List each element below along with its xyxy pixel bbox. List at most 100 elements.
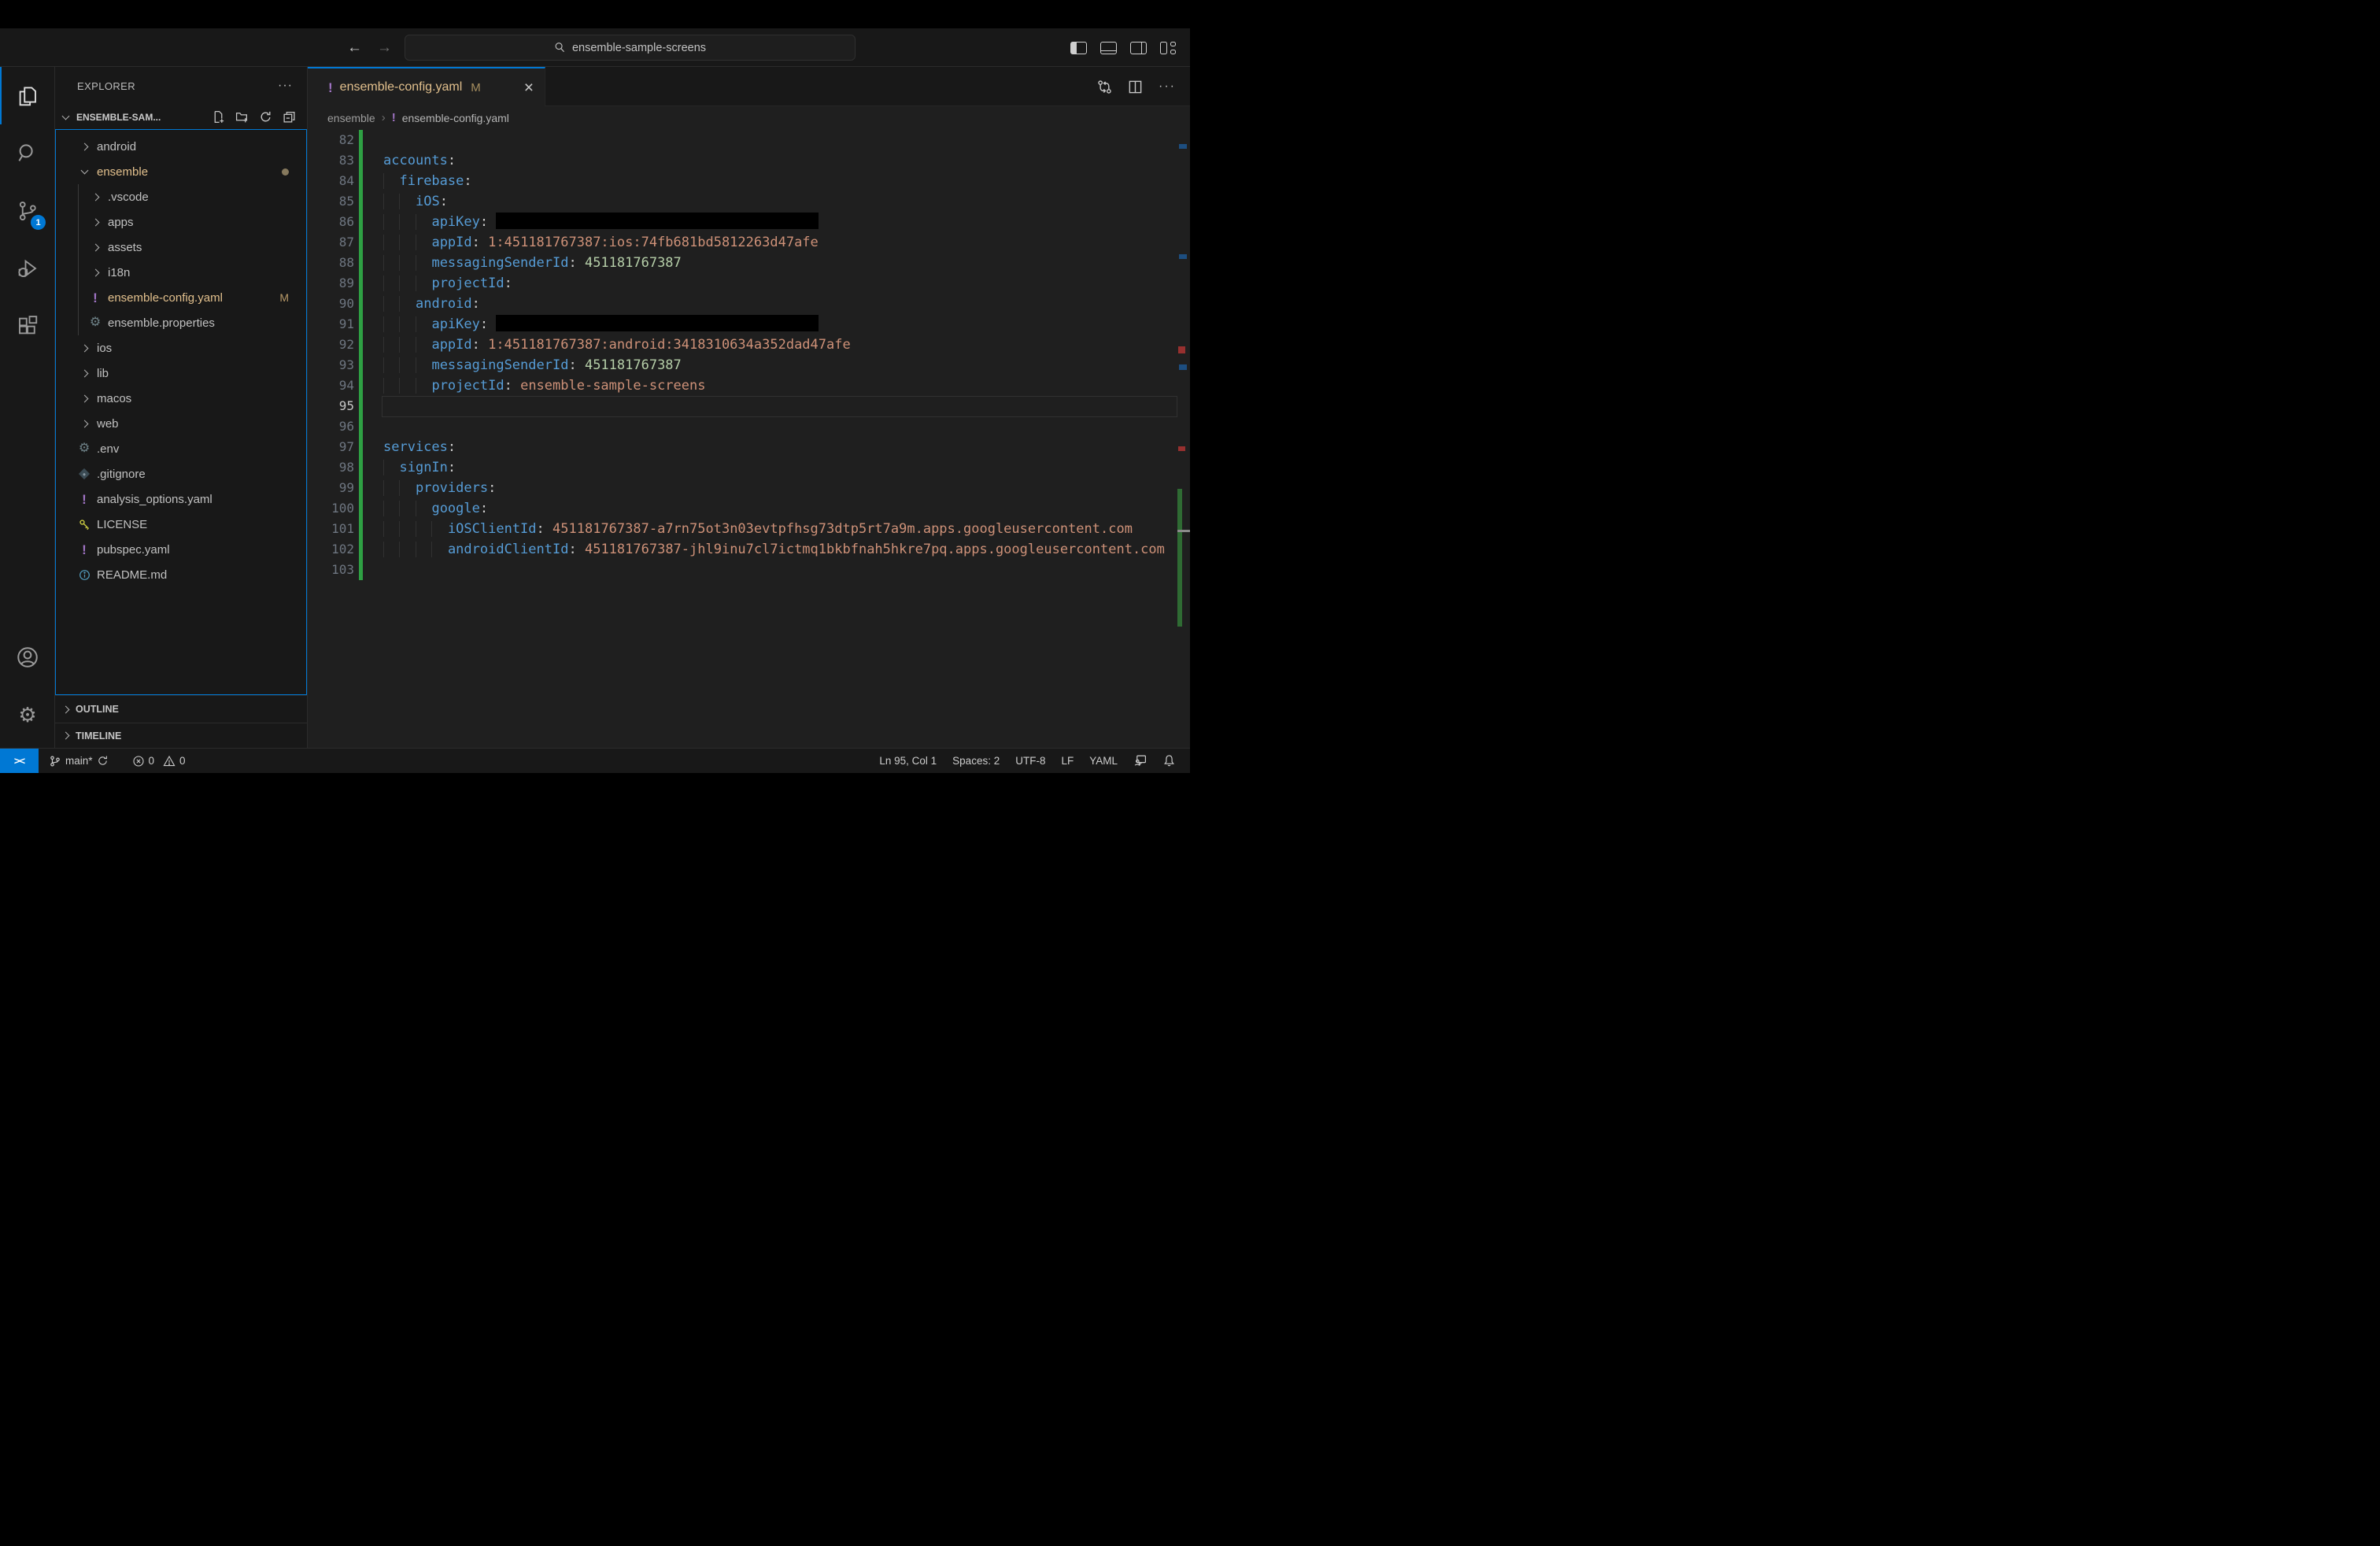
tree-item-label: LICENSE [97,518,147,531]
code-line-94[interactable]: 94 projectId: ensemble-sample-screens [308,375,1190,396]
navigate-forward-button[interactable]: → [377,28,392,67]
refresh-icon[interactable] [259,110,272,124]
code-line-90[interactable]: 90 android: [308,294,1190,314]
toggle-primary-sidebar-icon[interactable] [1070,42,1087,54]
code-line-101[interactable]: 101 iOSClientId: 451181767387-a7rn75ot3n… [308,519,1190,539]
tree-item-lib[interactable]: lib [56,361,306,386]
key-icon [79,519,91,531]
code-line-96[interactable]: 96 [308,416,1190,437]
tree-item-vscode[interactable]: .vscode [56,184,306,209]
tree-item-macos[interactable]: macos [56,386,306,411]
collapse-folders-icon[interactable] [283,110,296,124]
tree-item-ensemble-config-yaml[interactable]: !ensemble-config.yamlM [56,285,306,310]
breadcrumb: ensemble › ! ensemble-config.yaml [308,106,1190,129]
code-line-89[interactable]: 89 projectId: [308,273,1190,294]
tree-item-analysis-options-yaml[interactable]: !analysis_options.yaml [56,486,306,512]
code-text: firebase: [383,171,472,191]
tree-item-ensemble-properties[interactable]: ⚙ensemble.properties [56,310,306,335]
command-center-search[interactable]: ensemble-sample-screens [405,35,856,61]
remote-indicator[interactable]: >< [0,749,39,774]
tree-item-gitignore[interactable]: .gitignore [56,461,306,486]
tree-item-label: assets [108,241,142,254]
tree-item-web[interactable]: web [56,411,306,436]
more-actions-icon[interactable]: ··· [1159,80,1176,94]
customize-layout-icon[interactable] [1160,42,1177,54]
tree-item-android[interactable]: android [56,134,306,159]
toggle-panel-icon[interactable] [1100,42,1117,54]
line-number: 83 [308,150,354,171]
eol-status[interactable]: LF [1056,755,1078,767]
redacted-secret [496,315,819,331]
explorer-more-actions-icon[interactable]: ··· [278,79,293,93]
code-line-85[interactable]: 85 iOS: [308,191,1190,212]
split-editor-icon[interactable] [1128,80,1143,94]
sidebar-item-run-debug[interactable] [0,239,55,297]
line-number: 87 [308,232,354,253]
explorer-section-header[interactable]: ENSEMBLE-SAM... [55,105,307,129]
chevron-right-icon [91,218,99,226]
problems-status-item[interactable]: 0 0 [127,749,191,773]
tab-ensemble-config-yaml[interactable]: ! ensemble-config.yaml M × [308,67,545,106]
code-line-88[interactable]: 88 messagingSenderId: 451181767387 [308,253,1190,273]
tree-item-label: apps [108,216,134,229]
sync-icon [97,755,109,767]
yaml-icon: ! [82,543,87,557]
tree-item-ensemble[interactable]: ensemble [56,159,306,184]
new-folder-icon[interactable] [235,110,249,124]
indentation-status[interactable]: Spaces: 2 [948,755,1004,767]
tree-item-readme-md[interactable]: README.md [56,562,306,587]
tree-item-pubspec-yaml[interactable]: !pubspec.yaml [56,537,306,562]
breadcrumb-folder[interactable]: ensemble [327,112,375,124]
code-line-102[interactable]: 102 androidClientId: 451181767387-jhl9in… [308,539,1190,560]
encoding-status[interactable]: UTF-8 [1011,755,1050,767]
code-line-95[interactable]: 95 [308,396,1190,416]
line-number: 102 [308,539,354,560]
code-line-87[interactable]: 87 appId: 1:451181767387:ios:74fb681bd58… [308,232,1190,253]
code-line-98[interactable]: 98 signIn: [308,457,1190,478]
line-number: 92 [308,335,354,355]
code-line-84[interactable]: 84 firebase: [308,171,1190,191]
cursor-position-status[interactable]: Ln 95, Col 1 [874,755,941,767]
breadcrumb-file[interactable]: ensemble-config.yaml [402,112,509,124]
code-line-103[interactable]: 103 [308,560,1190,580]
chevron-right-icon [91,243,99,251]
sidebar-item-source-control[interactable]: 1 [0,182,55,239]
tree-item-i18n[interactable]: i18n [56,260,306,285]
tree-item-label: ios [97,342,112,355]
overview-ruler[interactable] [1177,129,1190,748]
toggle-secondary-sidebar-icon[interactable] [1130,42,1147,54]
branch-status-item[interactable]: main* [43,749,114,773]
code-line-100[interactable]: 100 google: [308,498,1190,519]
accounts-button[interactable] [0,628,55,686]
tree-item-ios[interactable]: ios [56,335,306,361]
sidebar-item-explorer[interactable] [0,67,55,124]
open-changes-icon[interactable] [1097,80,1112,94]
code-line-97[interactable]: 97services: [308,437,1190,457]
sidebar-item-extensions[interactable] [0,297,55,354]
language-mode-status[interactable]: YAML [1085,755,1122,767]
tree-item-label: macos [97,392,131,405]
search-icon [16,142,39,165]
feedback-button[interactable] [1129,754,1151,767]
code-line-99[interactable]: 99 providers: [308,478,1190,498]
sidebar-item-search[interactable] [0,124,55,182]
chevron-right-icon [80,142,88,150]
code-line-83[interactable]: 83accounts: [308,150,1190,171]
tree-item-assets[interactable]: assets [56,235,306,260]
tree-item-env[interactable]: ⚙.env [56,436,306,461]
settings-button[interactable]: ⚙ [0,686,55,743]
code-line-82[interactable]: 82 [308,130,1190,150]
timeline-section-header[interactable]: TIMELINE [55,723,307,748]
notifications-button[interactable] [1158,754,1181,767]
code-line-86[interactable]: 86 apiKey: [308,212,1190,232]
navigate-back-button[interactable]: ← [347,28,362,67]
outline-section-header[interactable]: OUTLINE [55,695,307,723]
code-editor[interactable]: 8283accounts:84 firebase:85 iOS:86 apiKe… [308,129,1190,748]
code-line-91[interactable]: 91 apiKey: [308,314,1190,335]
code-line-92[interactable]: 92 appId: 1:451181767387:android:3418310… [308,335,1190,355]
tree-item-apps[interactable]: apps [56,209,306,235]
close-icon[interactable]: × [524,80,534,96]
tree-item-license[interactable]: LICENSE [56,512,306,537]
new-file-icon[interactable] [212,110,225,124]
code-line-93[interactable]: 93 messagingSenderId: 451181767387 [308,355,1190,375]
